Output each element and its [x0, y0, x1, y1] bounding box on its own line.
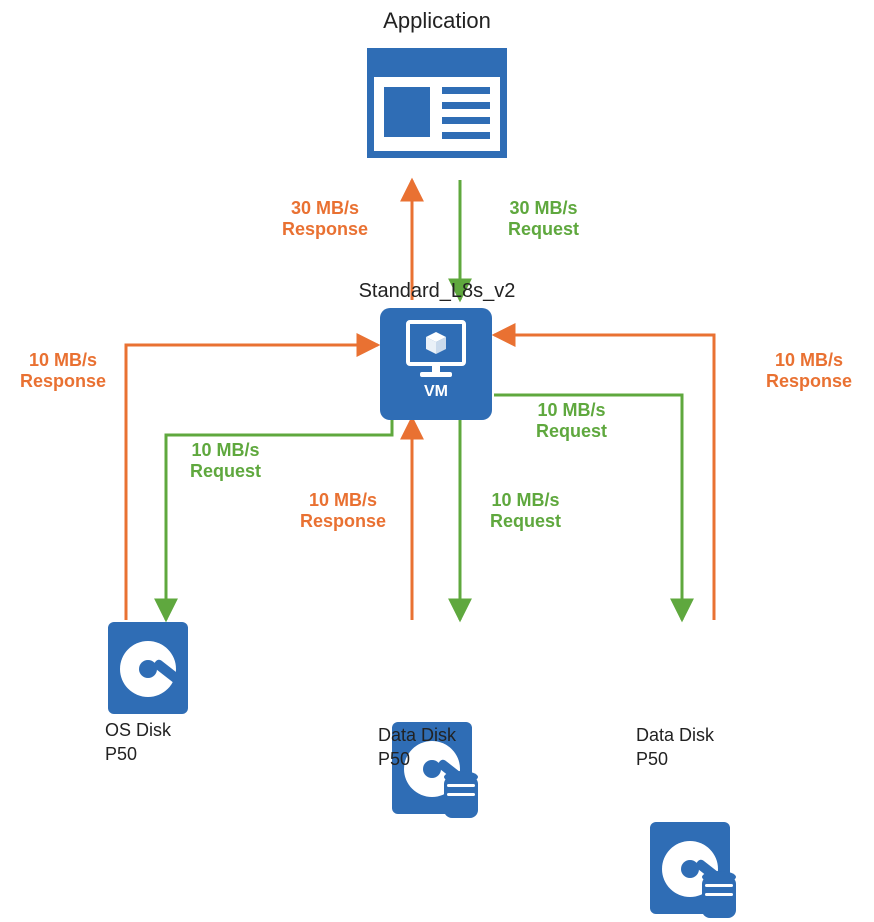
right-disk-request-label: 10 MB/s Request [536, 400, 607, 442]
data-disk-2-icon [650, 822, 736, 922]
application-icon [367, 48, 507, 158]
data-disk-2-tier: P50 [636, 749, 668, 770]
vm-icon: VM [380, 308, 492, 420]
data-disk-1-tier: P50 [378, 749, 410, 770]
vm-caption: VM [424, 383, 448, 401]
app-vm-response-label: 30 MB/s Response [282, 198, 368, 240]
os-disk-response-label: 10 MB/s Response [20, 350, 106, 392]
data-disk-2-name: Data Disk [636, 725, 714, 746]
os-disk-name: OS Disk [105, 720, 171, 741]
app-vm-request-label: 30 MB/s Request [508, 198, 579, 240]
application-title: Application [0, 8, 874, 34]
right-disk-response-label: 10 MB/s Response [766, 350, 852, 392]
middle-disk-request-label: 10 MB/s Request [490, 490, 561, 532]
data-disk-1-name: Data Disk [378, 725, 456, 746]
os-disk-icon [108, 622, 194, 722]
middle-disk-response-label: 10 MB/s Response [300, 490, 386, 532]
os-disk-tier: P50 [105, 744, 137, 765]
os-disk-request-label: 10 MB/s Request [190, 440, 261, 482]
vm-sku-label: Standard_L8s_v2 [0, 280, 874, 303]
